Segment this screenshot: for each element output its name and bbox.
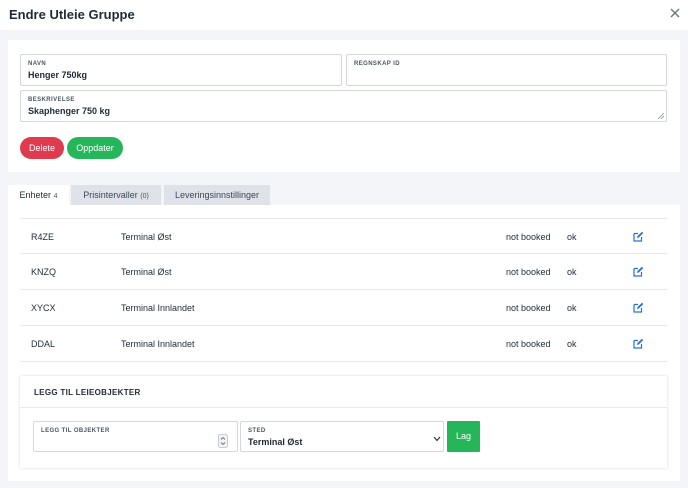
- unit-booking: not booked: [506, 339, 551, 349]
- unit-location: Terminal Øst: [121, 232, 172, 242]
- unit-status: ok: [567, 339, 577, 349]
- table-row: DDAL Terminal Innlandet not booked ok: [20, 326, 667, 362]
- tab-delivery-settings-label: Leveringsinnstillinger: [174, 190, 260, 200]
- description-label: BESKRIVELSE: [28, 97, 75, 103]
- unit-location: Terminal Innlandet: [121, 303, 195, 313]
- units-list: R4ZE Terminal Øst not booked ok KNZQ Ter…: [20, 218, 667, 363]
- unit-booking: not booked: [506, 232, 551, 242]
- dialog-title: Endre Utleie Gruppe: [9, 7, 135, 22]
- description-field[interactable]: BESKRIVELSE Skaphenger 750 kg: [20, 90, 667, 122]
- number-stepper-icon[interactable]: [218, 434, 228, 448]
- tab-price-intervals-label: Prisintervaller: [83, 190, 138, 200]
- accounting-id-field[interactable]: REGNSKAP ID: [346, 54, 667, 86]
- resize-handle-icon[interactable]: [658, 113, 664, 119]
- unit-code: KNZQ: [31, 267, 57, 277]
- name-label: NAVN: [28, 61, 47, 67]
- unit-code: R4ZE: [31, 232, 55, 242]
- object-count-input[interactable]: LEGG TIL OBJEKTER: [33, 421, 238, 452]
- table-row: KNZQ Terminal Øst not booked ok: [20, 254, 667, 290]
- unit-code: DDAL: [31, 339, 56, 349]
- tab-units[interactable]: Enheter 4: [8, 185, 69, 205]
- tab-price-intervals-count: (0): [140, 193, 149, 200]
- add-objects-title: LEGG TIL LEIEOBJEKTER: [34, 388, 141, 397]
- close-icon[interactable]: [668, 6, 682, 20]
- unit-status: ok: [567, 232, 577, 242]
- tab-price-intervals[interactable]: Prisintervaller (0): [71, 185, 161, 205]
- tab-units-label: Enheter: [19, 190, 52, 200]
- table-row: R4ZE Terminal Øst not booked ok: [20, 218, 667, 254]
- chevron-down-icon: [433, 436, 441, 442]
- table-row: XYCX Terminal Innlandet not booked ok: [20, 290, 667, 326]
- unit-booking: not booked: [506, 267, 551, 277]
- create-button[interactable]: Lag: [447, 421, 480, 452]
- dialog-header: Endre Utleie Gruppe: [0, 0, 688, 30]
- location-value: Terminal Øst: [248, 437, 303, 447]
- update-button[interactable]: Oppdater: [67, 137, 123, 159]
- edit-icon[interactable]: [633, 231, 644, 242]
- unit-status: ok: [567, 303, 577, 313]
- location-label: STED: [248, 428, 266, 434]
- edit-icon[interactable]: [633, 338, 644, 349]
- location-select[interactable]: STED Terminal Øst: [240, 421, 444, 452]
- edit-icon[interactable]: [633, 302, 644, 313]
- name-value: Henger 750kg: [28, 70, 88, 80]
- add-objects-header: LEGG TIL LEIEOBJEKTER: [20, 376, 667, 408]
- unit-booking: not booked: [506, 303, 551, 313]
- unit-code: XYCX: [31, 303, 56, 313]
- accounting-id-label: REGNSKAP ID: [354, 61, 400, 67]
- delete-button[interactable]: Delete: [20, 137, 64, 159]
- object-count-label: LEGG TIL OBJEKTER: [41, 428, 110, 434]
- unit-location: Terminal Innlandet: [121, 339, 195, 349]
- description-value: Skaphenger 750 kg: [28, 106, 111, 116]
- unit-location: Terminal Øst: [121, 267, 172, 277]
- name-field[interactable]: NAVN Henger 750kg: [20, 54, 342, 86]
- unit-status: ok: [567, 267, 577, 277]
- tab-units-count: 4: [53, 193, 58, 200]
- edit-icon[interactable]: [633, 266, 644, 277]
- tab-delivery-settings[interactable]: Leveringsinnstillinger: [164, 185, 270, 205]
